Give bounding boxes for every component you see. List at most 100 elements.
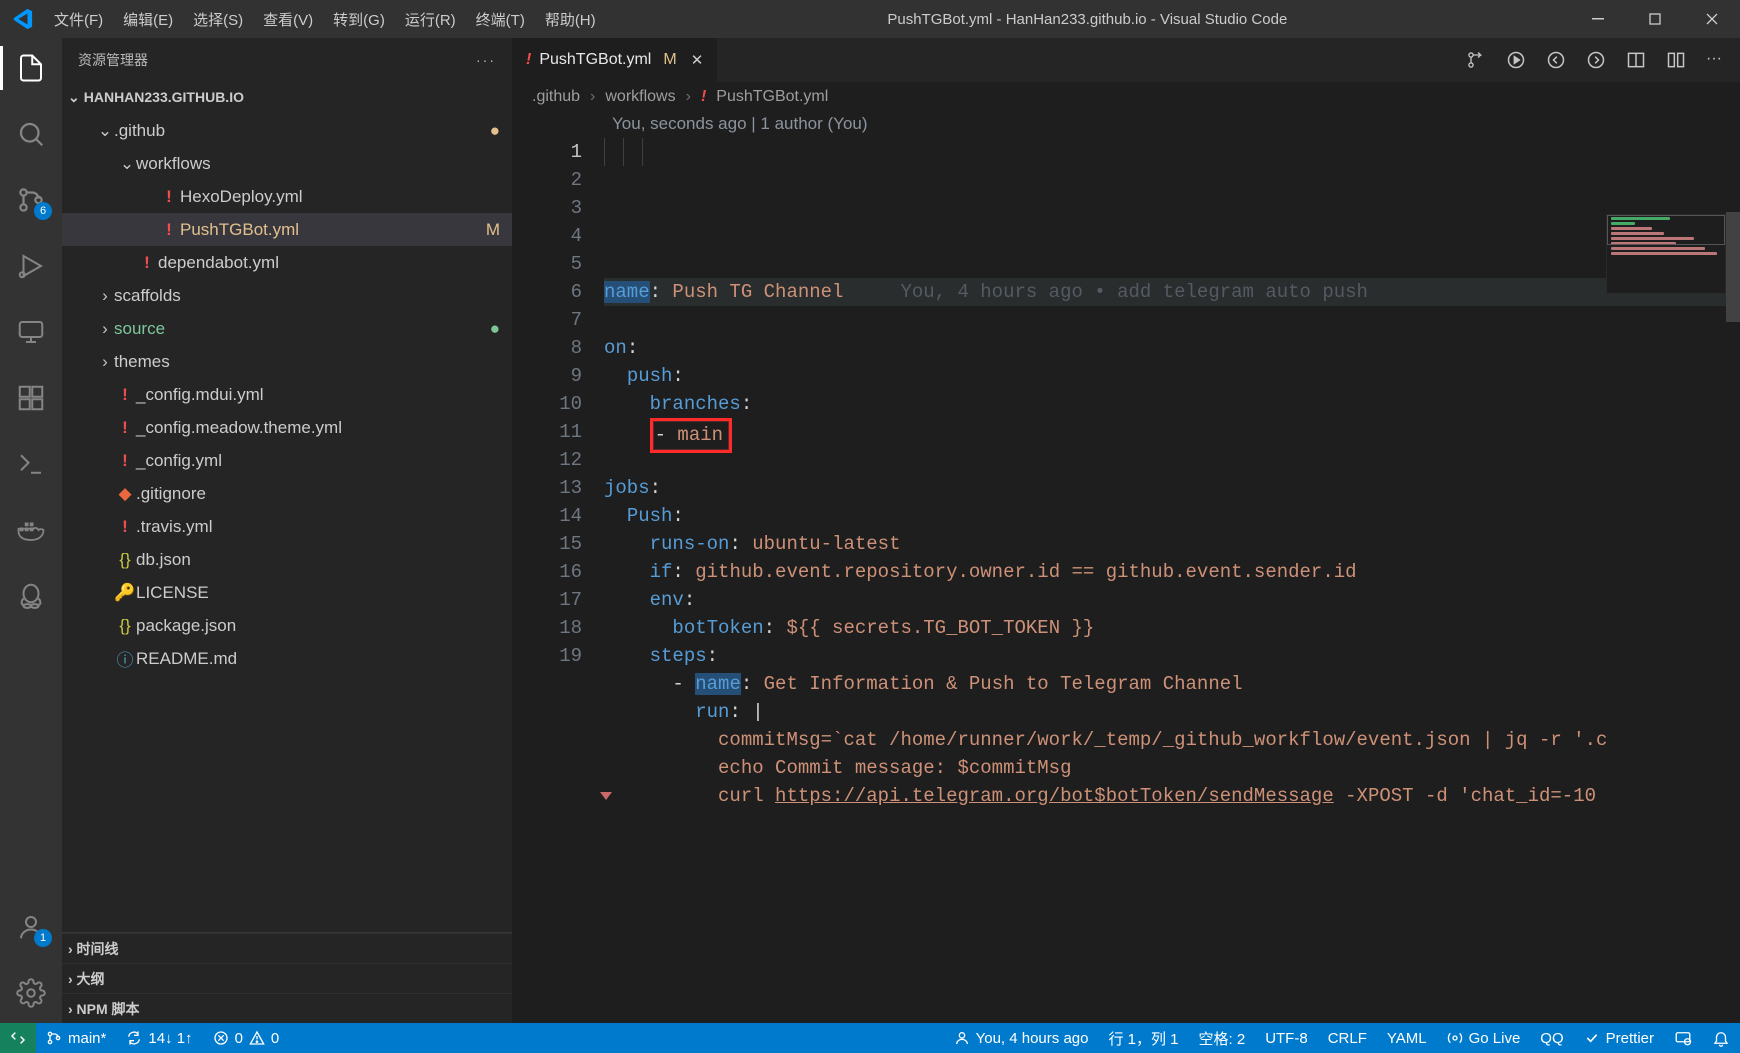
file-item[interactable]: !PushTGBot.ymlM (62, 213, 512, 246)
menu-item[interactable]: 查看(V) (253, 9, 323, 30)
code-line[interactable]: run: | (604, 698, 1740, 726)
toggle-preview-icon[interactable] (1626, 50, 1646, 70)
extensions-icon[interactable] (0, 376, 62, 420)
gitlens-codelens[interactable]: You, seconds ago | 1 author (You) (512, 112, 1740, 138)
code-line[interactable]: branches: (604, 390, 1740, 418)
remote-button[interactable] (0, 1023, 36, 1053)
file-item[interactable]: !_config.mdui.yml (62, 378, 512, 411)
eol-button[interactable]: CRLF (1318, 1023, 1377, 1053)
git-sync-button[interactable]: 14↓ 1↑ (116, 1023, 202, 1053)
breadcrumbs[interactable]: .github › workflows › ! PushTGBot.yml (512, 82, 1740, 112)
source-control-icon[interactable]: 6 (0, 178, 62, 222)
code-line[interactable] (604, 446, 1740, 474)
indentation-button[interactable]: 空格: 2 (1189, 1023, 1256, 1053)
nav-forward-icon[interactable] (1586, 50, 1606, 70)
breadcrumb-item[interactable]: workflows (605, 88, 675, 106)
minimap[interactable] (1606, 214, 1726, 294)
code-area[interactable]: name: Push TG Channel You, 4 hours ago •… (604, 138, 1740, 1023)
run-debug-icon[interactable] (0, 244, 62, 288)
file-item[interactable]: !_config.yml (62, 444, 512, 477)
code-line[interactable]: runs-on: ubuntu-latest (604, 530, 1740, 558)
code-line[interactable]: name: Push TG Channel You, 4 hours ago •… (604, 278, 1740, 306)
menu-item[interactable]: 选择(S) (183, 9, 253, 30)
code-line[interactable]: push: (604, 362, 1740, 390)
code-line[interactable]: jobs: (604, 474, 1740, 502)
code-line[interactable]: echo Commit message: $commitMsg (604, 754, 1740, 782)
code-line[interactable]: if: github.event.repository.owner.id == … (604, 558, 1740, 586)
workspace-name: HANHAN233.GITHUB.IO (84, 89, 244, 105)
file-item[interactable]: !_config.meadow.theme.yml (62, 411, 512, 444)
sidebar-more-icon[interactable]: ··· (476, 52, 496, 68)
maximize-button[interactable] (1626, 0, 1683, 38)
qq-icon[interactable] (0, 574, 62, 618)
remote-explorer-icon[interactable] (0, 310, 62, 354)
sidebar-section-header[interactable]: › 时间线 (62, 933, 512, 963)
code-line[interactable]: - main (604, 418, 1740, 446)
sidebar-section-header[interactable]: › NPM 脚本 (62, 993, 512, 1023)
qq-status-button[interactable]: QQ (1530, 1023, 1573, 1053)
go-live-button[interactable]: Go Live (1437, 1023, 1531, 1053)
breadcrumb-item[interactable]: PushTGBot.yml (716, 88, 828, 106)
cursor-position-button[interactable]: 行 1，列 1 (1098, 1023, 1188, 1053)
file-item[interactable]: !dependabot.yml (62, 246, 512, 279)
run-icon[interactable] (1506, 50, 1526, 70)
file-item[interactable]: {}package.json (62, 609, 512, 642)
folder-item[interactable]: ›source● (62, 312, 512, 345)
editor-more-icon[interactable]: ··· (1706, 50, 1722, 70)
compare-changes-icon[interactable] (1466, 50, 1486, 70)
workspace-folder-header[interactable]: ⌄ HANHAN233.GITHUB.IO (62, 82, 512, 112)
file-item[interactable]: ⓘREADME.md (62, 642, 512, 675)
encoding-button[interactable]: UTF-8 (1255, 1023, 1318, 1053)
code-line[interactable]: env: (604, 586, 1740, 614)
git-branch-button[interactable]: main* (36, 1023, 116, 1053)
folder-item[interactable]: ›scaffolds (62, 279, 512, 312)
editor-scrollbar[interactable] (1726, 212, 1740, 1023)
folder-item[interactable]: ⌄.github● (62, 114, 512, 147)
code-line[interactable]: commitMsg=`cat /home/runner/work/_temp/_… (604, 726, 1740, 754)
code-line[interactable]: - name: Get Information & Push to Telegr… (604, 670, 1740, 698)
folder-item[interactable]: ⌄workflows (62, 147, 512, 180)
search-icon[interactable] (0, 112, 62, 156)
settings-gear-icon[interactable] (0, 971, 62, 1015)
tree-item-label: themes (114, 352, 500, 372)
problems-button[interactable]: 0 0 (203, 1023, 290, 1053)
gitlens-blame-button[interactable]: You, 4 hours ago (944, 1023, 1099, 1053)
tab-pushtgbot[interactable]: ! PushTGBot.yml M ✕ (512, 38, 718, 82)
code-editor[interactable]: 12345678910111213141516171819 name: Push… (512, 138, 1740, 1023)
folder-item[interactable]: ›themes (62, 345, 512, 378)
split-editor-icon[interactable] (1666, 50, 1686, 70)
terminal-panel-icon[interactable] (0, 442, 62, 486)
language-mode-button[interactable]: YAML (1377, 1023, 1437, 1053)
accounts-icon[interactable]: 1 (0, 905, 62, 949)
menu-item[interactable]: 转到(G) (323, 9, 395, 30)
sidebar-section-header[interactable]: › 大纲 (62, 963, 512, 993)
menu-item[interactable]: 文件(F) (44, 9, 113, 30)
file-item[interactable]: !HexoDeploy.yml (62, 180, 512, 213)
prettier-button[interactable]: Prettier (1574, 1023, 1664, 1053)
file-item[interactable]: 🔑LICENSE (62, 576, 512, 609)
minimize-button[interactable] (1569, 0, 1626, 38)
code-line[interactable]: botToken: ${{ secrets.TG_BOT_TOKEN }} (604, 614, 1740, 642)
code-line[interactable]: Push: (604, 502, 1740, 530)
tree-item-label: .github (114, 121, 482, 141)
menu-item[interactable]: 帮助(H) (535, 9, 606, 30)
close-button[interactable] (1683, 0, 1740, 38)
menu-item[interactable]: 终端(T) (466, 9, 535, 30)
file-item[interactable]: {}db.json (62, 543, 512, 576)
explorer-icon[interactable] (0, 46, 62, 90)
breadcrumb-item[interactable]: .github (532, 88, 580, 106)
code-line[interactable]: curl https://api.telegram.org/bot$botTok… (604, 782, 1740, 810)
tab-close-icon[interactable]: ✕ (685, 51, 704, 69)
code-line[interactable]: on: (604, 334, 1740, 362)
feedback-tweet-icon[interactable] (1664, 1023, 1702, 1053)
docker-icon[interactable] (0, 508, 62, 552)
code-line[interactable] (604, 306, 1740, 334)
menu-item[interactable]: 编辑(E) (113, 9, 183, 30)
notifications-bell-icon[interactable] (1702, 1023, 1740, 1053)
menu-item[interactable]: 运行(R) (395, 9, 466, 30)
file-item[interactable]: ◆.gitignore (62, 477, 512, 510)
nav-back-icon[interactable] (1546, 50, 1566, 70)
code-line[interactable]: steps: (604, 642, 1740, 670)
editor-group: ! PushTGBot.yml M ✕ ··· .github › workfl… (512, 38, 1740, 1023)
file-item[interactable]: !.travis.yml (62, 510, 512, 543)
